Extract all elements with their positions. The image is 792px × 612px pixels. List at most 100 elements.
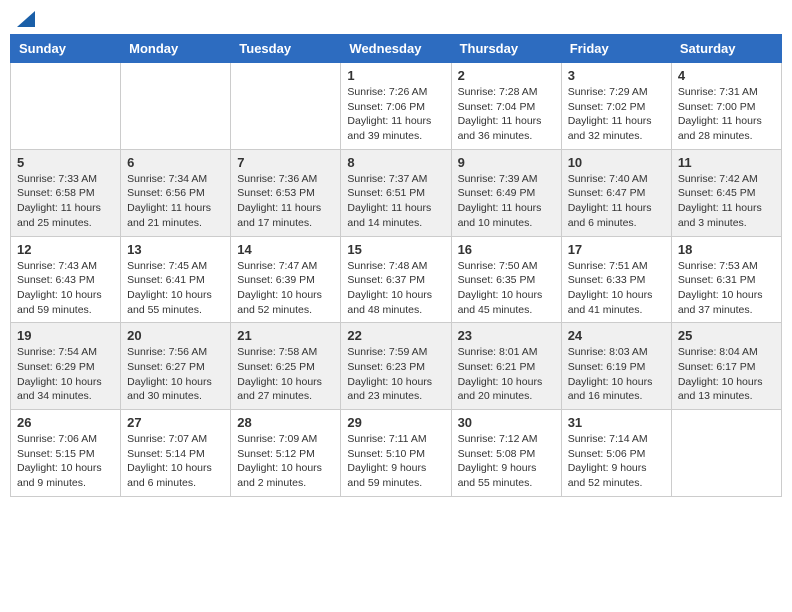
day-number: 27 bbox=[127, 415, 224, 430]
day-number: 31 bbox=[568, 415, 665, 430]
day-info: Sunrise: 7:48 AM Sunset: 6:37 PM Dayligh… bbox=[347, 259, 444, 318]
day-number: 11 bbox=[678, 155, 775, 170]
day-header-tuesday: Tuesday bbox=[231, 35, 341, 63]
day-info: Sunrise: 7:53 AM Sunset: 6:31 PM Dayligh… bbox=[678, 259, 775, 318]
day-header-monday: Monday bbox=[121, 35, 231, 63]
calendar-cell: 12 Sunrise: 7:43 AM Sunset: 6:43 PM Dayli… bbox=[11, 236, 121, 323]
day-number: 22 bbox=[347, 328, 444, 343]
day-number: 7 bbox=[237, 155, 334, 170]
day-info: Sunrise: 8:03 AM Sunset: 6:19 PM Dayligh… bbox=[568, 345, 665, 404]
day-number: 23 bbox=[458, 328, 555, 343]
day-info: Sunrise: 7:06 AM Sunset: 5:15 PM Dayligh… bbox=[17, 432, 114, 491]
page-header bbox=[10, 10, 782, 24]
day-info: Sunrise: 7:14 AM Sunset: 5:06 PM Dayligh… bbox=[568, 432, 665, 491]
week-row-3: 12 Sunrise: 7:43 AM Sunset: 6:43 PM Dayli… bbox=[11, 236, 782, 323]
day-number: 19 bbox=[17, 328, 114, 343]
day-number: 15 bbox=[347, 242, 444, 257]
day-info: Sunrise: 7:51 AM Sunset: 6:33 PM Dayligh… bbox=[568, 259, 665, 318]
day-number: 1 bbox=[347, 68, 444, 83]
calendar-cell: 4 Sunrise: 7:31 AM Sunset: 7:00 PM Daylig… bbox=[671, 63, 781, 150]
day-info: Sunrise: 7:26 AM Sunset: 7:06 PM Dayligh… bbox=[347, 85, 444, 144]
calendar-cell: 18 Sunrise: 7:53 AM Sunset: 6:31 PM Dayli… bbox=[671, 236, 781, 323]
day-info: Sunrise: 7:29 AM Sunset: 7:02 PM Dayligh… bbox=[568, 85, 665, 144]
day-header-friday: Friday bbox=[561, 35, 671, 63]
calendar-cell: 22 Sunrise: 7:59 AM Sunset: 6:23 PM Dayli… bbox=[341, 323, 451, 410]
day-header-wednesday: Wednesday bbox=[341, 35, 451, 63]
day-number: 17 bbox=[568, 242, 665, 257]
day-info: Sunrise: 7:31 AM Sunset: 7:00 PM Dayligh… bbox=[678, 85, 775, 144]
calendar-cell: 27 Sunrise: 7:07 AM Sunset: 5:14 PM Dayli… bbox=[121, 410, 231, 497]
calendar-cell: 21 Sunrise: 7:58 AM Sunset: 6:25 PM Dayli… bbox=[231, 323, 341, 410]
day-info: Sunrise: 7:42 AM Sunset: 6:45 PM Dayligh… bbox=[678, 172, 775, 231]
day-info: Sunrise: 7:59 AM Sunset: 6:23 PM Dayligh… bbox=[347, 345, 444, 404]
calendar-cell: 26 Sunrise: 7:06 AM Sunset: 5:15 PM Dayli… bbox=[11, 410, 121, 497]
day-info: Sunrise: 7:33 AM Sunset: 6:58 PM Dayligh… bbox=[17, 172, 114, 231]
calendar-cell: 20Sunrise: 7:56 AM Sunset: 6:27 PM Dayli… bbox=[121, 323, 231, 410]
calendar-cell: 7 Sunrise: 7:36 AM Sunset: 6:53 PM Daylig… bbox=[231, 149, 341, 236]
day-info: Sunrise: 7:54 AM Sunset: 6:29 PM Dayligh… bbox=[17, 345, 114, 404]
day-info: Sunrise: 7:50 AM Sunset: 6:35 PM Dayligh… bbox=[458, 259, 555, 318]
calendar-cell: 6 Sunrise: 7:34 AM Sunset: 6:56 PM Daylig… bbox=[121, 149, 231, 236]
calendar-cell: 30Sunrise: 7:12 AM Sunset: 5:08 PM Dayli… bbox=[451, 410, 561, 497]
day-number: 21 bbox=[237, 328, 334, 343]
calendar-cell: 31 Sunrise: 7:14 AM Sunset: 5:06 PM Dayli… bbox=[561, 410, 671, 497]
calendar-cell: 10 Sunrise: 7:40 AM Sunset: 6:47 PM Dayli… bbox=[561, 149, 671, 236]
calendar-cell: 16 Sunrise: 7:50 AM Sunset: 6:35 PM Dayli… bbox=[451, 236, 561, 323]
calendar-cell: 19 Sunrise: 7:54 AM Sunset: 6:29 PM Dayli… bbox=[11, 323, 121, 410]
day-number: 8 bbox=[347, 155, 444, 170]
calendar-cell: 24 Sunrise: 8:03 AM Sunset: 6:19 PM Dayli… bbox=[561, 323, 671, 410]
week-row-2: 5 Sunrise: 7:33 AM Sunset: 6:58 PM Daylig… bbox=[11, 149, 782, 236]
day-number: 2 bbox=[458, 68, 555, 83]
calendar-cell bbox=[231, 63, 341, 150]
day-info: Sunrise: 7:39 AM Sunset: 6:49 PM Dayligh… bbox=[458, 172, 555, 231]
day-info: Sunrise: 7:07 AM Sunset: 5:14 PM Dayligh… bbox=[127, 432, 224, 491]
day-number: 20 bbox=[127, 328, 224, 343]
day-info: Sunrise: 7:37 AM Sunset: 6:51 PM Dayligh… bbox=[347, 172, 444, 231]
day-info: Sunrise: 7:40 AM Sunset: 6:47 PM Dayligh… bbox=[568, 172, 665, 231]
week-row-4: 19 Sunrise: 7:54 AM Sunset: 6:29 PM Dayli… bbox=[11, 323, 782, 410]
calendar-cell: 3Sunrise: 7:29 AM Sunset: 7:02 PM Daylig… bbox=[561, 63, 671, 150]
day-info: Sunrise: 8:04 AM Sunset: 6:17 PM Dayligh… bbox=[678, 345, 775, 404]
calendar-cell bbox=[121, 63, 231, 150]
calendar-cell: 5 Sunrise: 7:33 AM Sunset: 6:58 PM Daylig… bbox=[11, 149, 121, 236]
calendar-cell: 15 Sunrise: 7:48 AM Sunset: 6:37 PM Dayli… bbox=[341, 236, 451, 323]
day-info: Sunrise: 7:45 AM Sunset: 6:41 PM Dayligh… bbox=[127, 259, 224, 318]
day-number: 30 bbox=[458, 415, 555, 430]
day-info: Sunrise: 7:43 AM Sunset: 6:43 PM Dayligh… bbox=[17, 259, 114, 318]
calendar-cell bbox=[671, 410, 781, 497]
day-info: Sunrise: 7:11 AM Sunset: 5:10 PM Dayligh… bbox=[347, 432, 444, 491]
calendar-cell: 29Sunrise: 7:11 AM Sunset: 5:10 PM Dayli… bbox=[341, 410, 451, 497]
logo bbox=[15, 10, 35, 24]
day-info: Sunrise: 7:09 AM Sunset: 5:12 PM Dayligh… bbox=[237, 432, 334, 491]
week-row-5: 26 Sunrise: 7:06 AM Sunset: 5:15 PM Dayli… bbox=[11, 410, 782, 497]
day-number: 5 bbox=[17, 155, 114, 170]
calendar-cell bbox=[11, 63, 121, 150]
calendar-cell: 17 Sunrise: 7:51 AM Sunset: 6:33 PM Dayli… bbox=[561, 236, 671, 323]
calendar-cell: 8 Sunrise: 7:37 AM Sunset: 6:51 PM Daylig… bbox=[341, 149, 451, 236]
day-number: 12 bbox=[17, 242, 114, 257]
calendar-cell: 11 Sunrise: 7:42 AM Sunset: 6:45 PM Dayli… bbox=[671, 149, 781, 236]
calendar-cell: 9Sunrise: 7:39 AM Sunset: 6:49 PM Daylig… bbox=[451, 149, 561, 236]
day-number: 18 bbox=[678, 242, 775, 257]
day-number: 24 bbox=[568, 328, 665, 343]
calendar-cell: 1 Sunrise: 7:26 AM Sunset: 7:06 PM Daylig… bbox=[341, 63, 451, 150]
day-number: 28 bbox=[237, 415, 334, 430]
day-number: 16 bbox=[458, 242, 555, 257]
day-number: 13 bbox=[127, 242, 224, 257]
day-number: 4 bbox=[678, 68, 775, 83]
day-number: 26 bbox=[17, 415, 114, 430]
week-row-1: 1 Sunrise: 7:26 AM Sunset: 7:06 PM Daylig… bbox=[11, 63, 782, 150]
day-info: Sunrise: 7:36 AM Sunset: 6:53 PM Dayligh… bbox=[237, 172, 334, 231]
day-info: Sunrise: 8:01 AM Sunset: 6:21 PM Dayligh… bbox=[458, 345, 555, 404]
day-header-sunday: Sunday bbox=[11, 35, 121, 63]
calendar-cell: 23 Sunrise: 8:01 AM Sunset: 6:21 PM Dayli… bbox=[451, 323, 561, 410]
day-number: 25 bbox=[678, 328, 775, 343]
day-number: 14 bbox=[237, 242, 334, 257]
day-info: Sunrise: 7:47 AM Sunset: 6:39 PM Dayligh… bbox=[237, 259, 334, 318]
day-header-thursday: Thursday bbox=[451, 35, 561, 63]
day-info: Sunrise: 7:58 AM Sunset: 6:25 PM Dayligh… bbox=[237, 345, 334, 404]
day-info: Sunrise: 7:34 AM Sunset: 6:56 PM Dayligh… bbox=[127, 172, 224, 231]
day-header-saturday: Saturday bbox=[671, 35, 781, 63]
day-number: 10 bbox=[568, 155, 665, 170]
day-number: 6 bbox=[127, 155, 224, 170]
